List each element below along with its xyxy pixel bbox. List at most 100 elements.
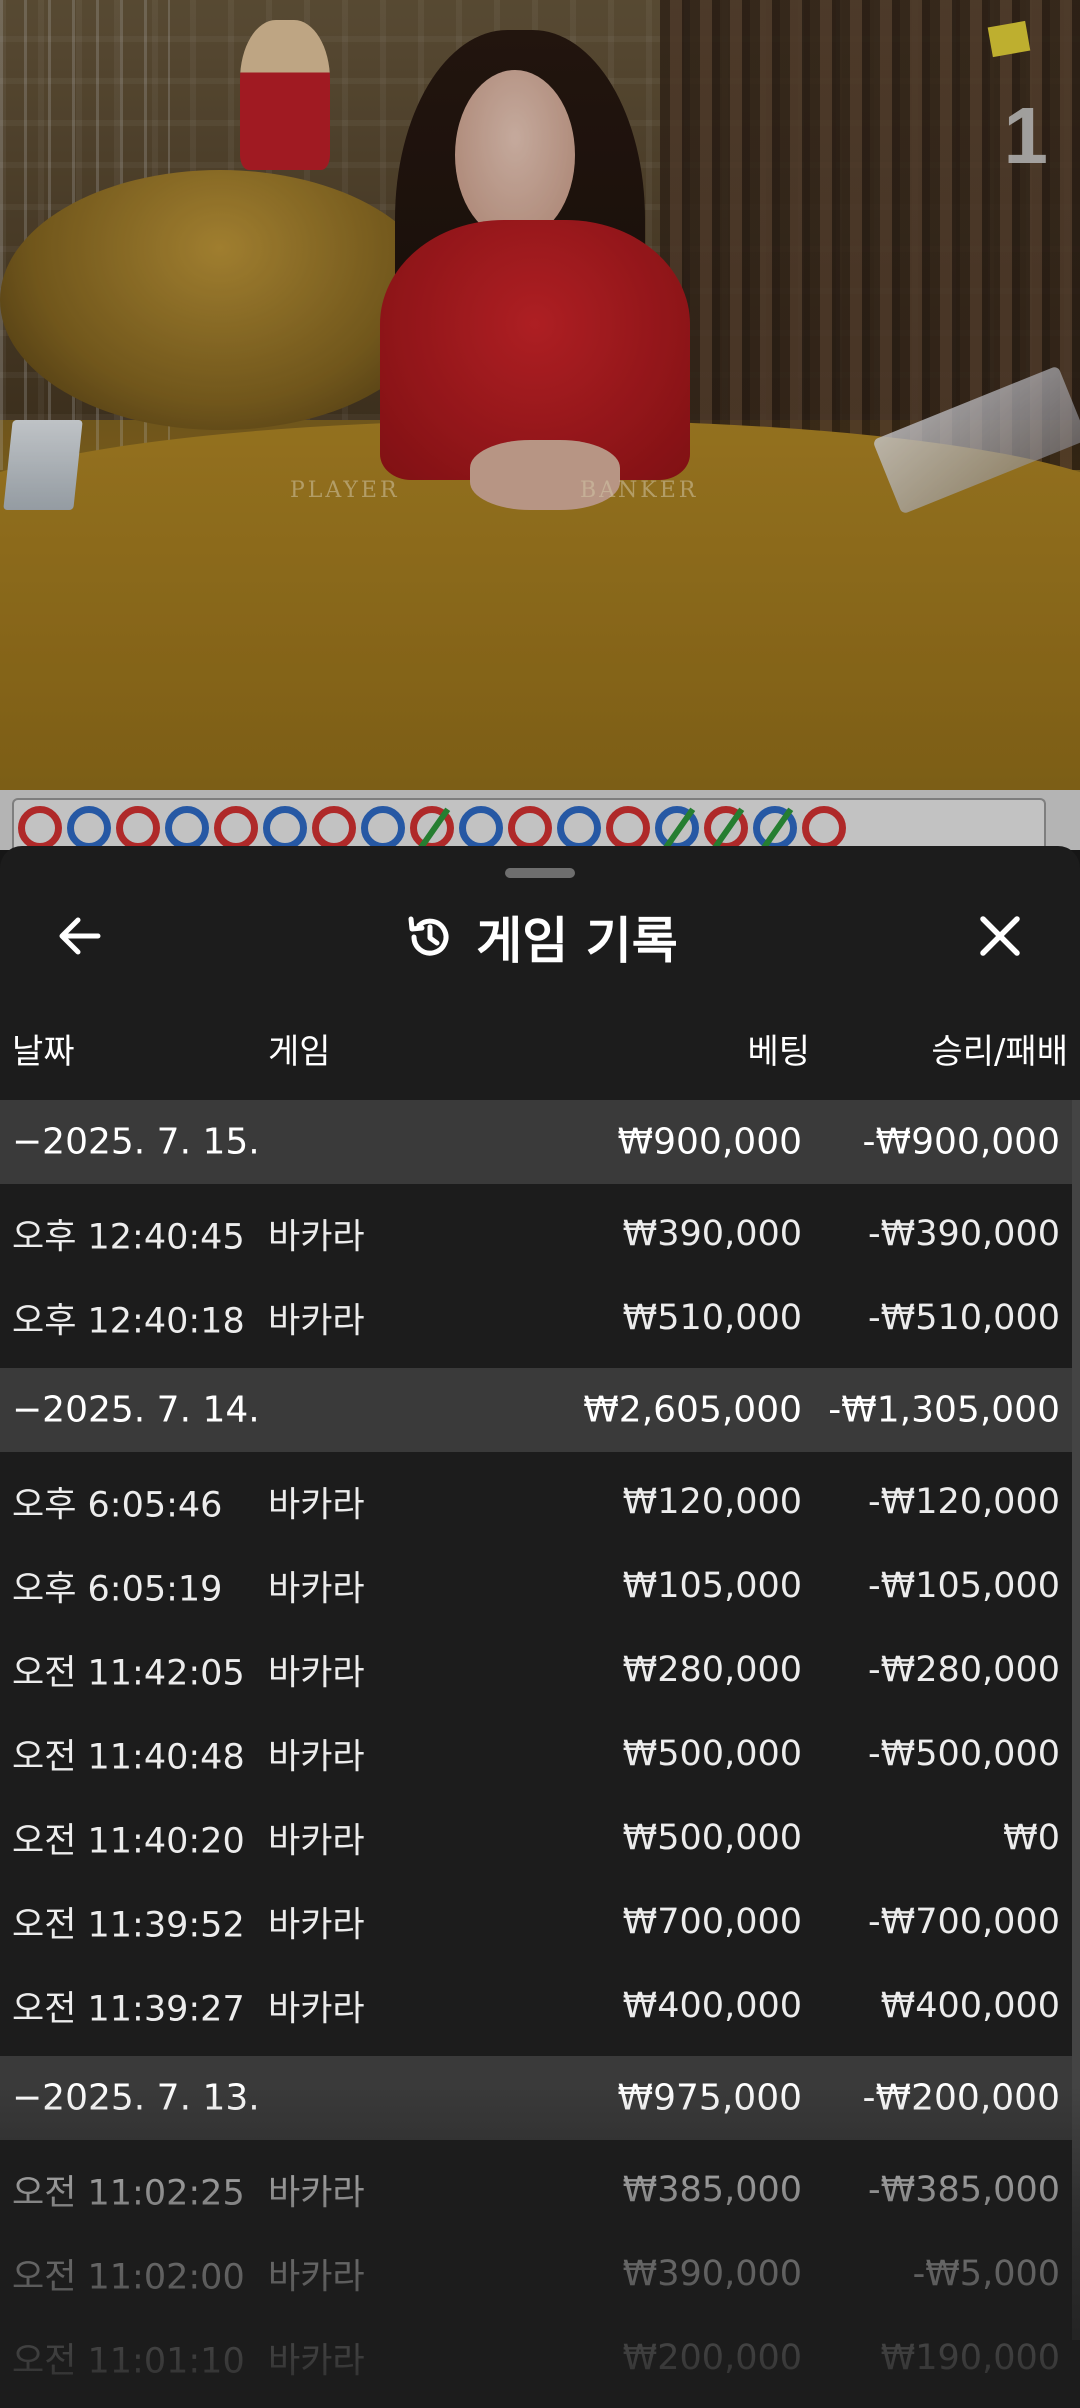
tie-slash-marker (711, 807, 745, 851)
column-header-row: 날짜 게임 베팅 승리/패배 (0, 1024, 1080, 1080)
row-time: 오전 11:02:25 (12, 2173, 245, 2214)
group-bet-total: ₩900,000 (617, 1121, 802, 1163)
history-icon (408, 916, 449, 956)
history-row[interactable]: 오전 11:42:05 바카라 ₩280,000 -₩280,000 (0, 1628, 1072, 1712)
player-result-marker (116, 806, 160, 850)
live-video[interactable]: PLAYER BANKER 1 (0, 0, 1080, 790)
group-date: −2025. 7. 13. (12, 2077, 260, 2119)
banker-result-marker (655, 806, 699, 851)
history-row[interactable]: 오후 6:05:19 바카라 ₩105,000 -₩105,000 (0, 1544, 1072, 1628)
tie-slash-marker (417, 807, 451, 851)
drag-handle[interactable] (505, 868, 575, 878)
row-time: 오후 6:05:19 (12, 1569, 223, 1610)
player-result-marker (410, 806, 454, 851)
row-win-loss: -₩105,000 (868, 1566, 1060, 1606)
row-game: 바카라 (268, 1569, 365, 1610)
date-group-header[interactable]: −2025. 7. 14. ₩2,605,000 -₩1,305,000 (0, 1368, 1072, 1452)
tie-slash-marker (662, 807, 696, 851)
group-win-loss-total: -₩200,000 (862, 2077, 1060, 2119)
scrollbar[interactable] (1072, 1100, 1080, 2340)
close-icon (980, 916, 1020, 956)
row-time: 오후 12:40:45 (12, 1217, 245, 1258)
row-game: 바카라 (268, 1301, 365, 1342)
app-root: PLAYER BANKER 1 게임 기록 날짜 게임 베팅 승리/패배 −20… (0, 0, 1080, 2408)
history-list: −2025. 7. 15. ₩900,000 -₩900,000 오후 12:4… (0, 1100, 1080, 2400)
history-row[interactable]: 오후 12:40:45 바카라 ₩390,000 -₩390,000 (0, 1192, 1072, 1276)
history-row[interactable]: 오전 11:39:27 바카라 ₩400,000 ₩400,000 (0, 1964, 1072, 2048)
row-bet: ₩105,000 (622, 1566, 802, 1606)
row-win-loss: -₩500,000 (868, 1734, 1060, 1774)
column-header-game: 게임 (268, 1032, 331, 1072)
banker-result-marker (165, 806, 209, 850)
row-time: 오전 11:40:48 (12, 1737, 245, 1778)
game-history-sheet: 게임 기록 날짜 게임 베팅 승리/패배 −2025. 7. 15. ₩900,… (0, 846, 1080, 2408)
group-bet-total: ₩2,605,000 (583, 1389, 802, 1431)
row-game: 바카라 (268, 2173, 365, 2214)
row-bet: ₩400,000 (622, 1986, 802, 2026)
banker-result-marker (557, 806, 601, 850)
player-result-marker (606, 806, 650, 850)
row-time: 오전 11:39:27 (12, 1989, 245, 2030)
history-row[interactable]: 오후 12:40:18 바카라 ₩510,000 -₩510,000 (0, 1276, 1072, 1360)
row-game: 바카라 (268, 1653, 365, 1694)
history-row[interactable]: 오전 11:40:48 바카라 ₩500,000 -₩500,000 (0, 1712, 1072, 1796)
row-game: 바카라 (268, 1821, 365, 1862)
history-row[interactable]: 오전 11:39:52 바카라 ₩700,000 -₩700,000 (0, 1880, 1072, 1964)
history-row[interactable]: 오전 11:02:25 바카라 ₩385,000 -₩385,000 (0, 2148, 1072, 2232)
column-header-date: 날짜 (12, 1032, 75, 1072)
history-row[interactable]: 오전 11:02:00 바카라 ₩390,000 -₩5,000 (0, 2232, 1072, 2316)
felt-label-banker: BANKER (580, 478, 699, 503)
row-time: 오후 6:05:46 (12, 1485, 223, 1526)
row-bet: ₩200,000 (622, 2338, 802, 2378)
row-bet: ₩700,000 (622, 1902, 802, 1942)
history-row[interactable]: 오전 11:01:10 바카라 ₩200,000 ₩190,000 (0, 2316, 1072, 2400)
row-time: 오후 12:40:18 (12, 1301, 245, 1342)
date-group-header[interactable]: −2025. 7. 13. ₩975,000 -₩200,000 (0, 2056, 1072, 2140)
row-game: 바카라 (268, 2257, 365, 2298)
player-result-marker (18, 806, 62, 850)
history-row[interactable]: 오전 11:40:20 바카라 ₩500,000 ₩0 (0, 1796, 1072, 1880)
banker-result-marker (459, 806, 503, 850)
round-number: 1 (1003, 91, 1049, 180)
row-win-loss: ₩0 (1003, 1818, 1060, 1858)
banker-result-marker (263, 806, 307, 850)
row-bet: ₩390,000 (622, 2254, 802, 2294)
row-win-loss: -₩390,000 (868, 1214, 1060, 1254)
row-win-loss: -₩510,000 (868, 1298, 1060, 1338)
banker-result-marker (361, 806, 405, 850)
sheet-header: 게임 기록 (0, 904, 1080, 970)
banker-result-marker (753, 806, 797, 851)
row-bet: ₩385,000 (622, 2170, 802, 2210)
row-time: 오전 11:02:00 (12, 2257, 245, 2298)
row-win-loss: -₩5,000 (912, 2254, 1060, 2294)
row-time: 오전 11:01:10 (12, 2341, 245, 2382)
row-bet: ₩510,000 (622, 1298, 802, 1338)
row-win-loss: ₩190,000 (880, 2338, 1060, 2378)
row-game: 바카라 (268, 1485, 365, 1526)
column-header-bet: 베팅 (747, 1032, 810, 1072)
history-row[interactable]: 오후 6:05:46 바카라 ₩120,000 -₩120,000 (0, 1460, 1072, 1544)
banker-result-marker (67, 806, 111, 850)
player-result-marker (214, 806, 258, 850)
row-time: 오전 11:42:05 (12, 1653, 245, 1694)
tie-slash-marker (760, 807, 794, 851)
group-date-value: 2025. 7. 14. (42, 1389, 260, 1431)
date-group-header[interactable]: −2025. 7. 15. ₩900,000 -₩900,000 (0, 1100, 1072, 1184)
group-date: −2025. 7. 14. (12, 1389, 260, 1431)
bead-road[interactable] (0, 790, 1080, 851)
close-button[interactable] (970, 906, 1030, 966)
dealer-face (455, 70, 575, 240)
row-game: 바카라 (268, 1989, 365, 2030)
player-result-marker (508, 806, 552, 850)
player-result-marker (802, 806, 846, 850)
group-win-loss-total: -₩900,000 (862, 1121, 1060, 1163)
felt-label-player: PLAYER (290, 478, 400, 503)
row-bet: ₩390,000 (622, 1214, 802, 1254)
row-game: 바카라 (268, 1217, 365, 1258)
page-title: 게임 기록 (476, 912, 678, 970)
row-bet: ₩280,000 (622, 1650, 802, 1690)
group-date: −2025. 7. 15. (12, 1121, 260, 1163)
group-date-value: 2025. 7. 15. (42, 1121, 260, 1163)
group-win-loss-total: -₩1,305,000 (828, 1389, 1060, 1431)
column-header-win-loss: 승리/패배 (931, 1032, 1068, 1072)
